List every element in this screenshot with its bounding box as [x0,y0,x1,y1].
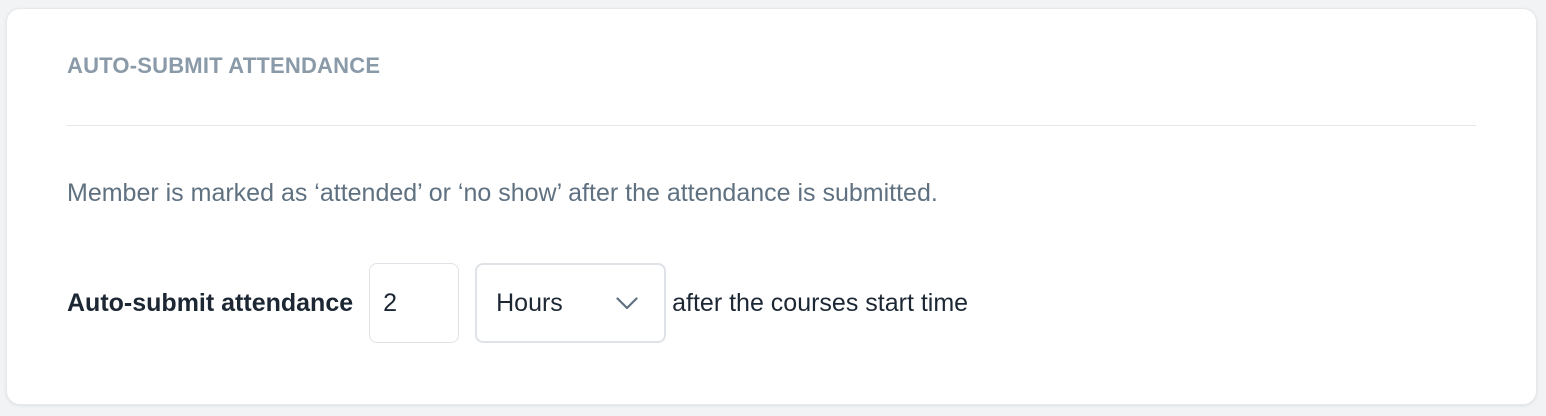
time-unit-selected-value: Hours [496,288,563,317]
auto-submit-label: Auto-submit attendance [67,288,354,317]
section-description: Member is marked as ‘attended’ or ‘no sh… [67,179,938,207]
auto-submit-attendance-card: AUTO-SUBMIT ATTENDANCE Member is marked … [6,8,1537,405]
auto-submit-suffix-text: after the courses start time [672,288,969,317]
auto-submit-setting-row: Auto-submit attendance Hours after the c… [67,263,968,343]
section-title: AUTO-SUBMIT ATTENDANCE [67,53,381,78]
auto-submit-amount-input[interactable] [369,263,460,343]
chevron-down-icon [616,296,638,310]
section-divider [67,125,1476,126]
time-unit-select[interactable]: Hours [475,263,667,343]
